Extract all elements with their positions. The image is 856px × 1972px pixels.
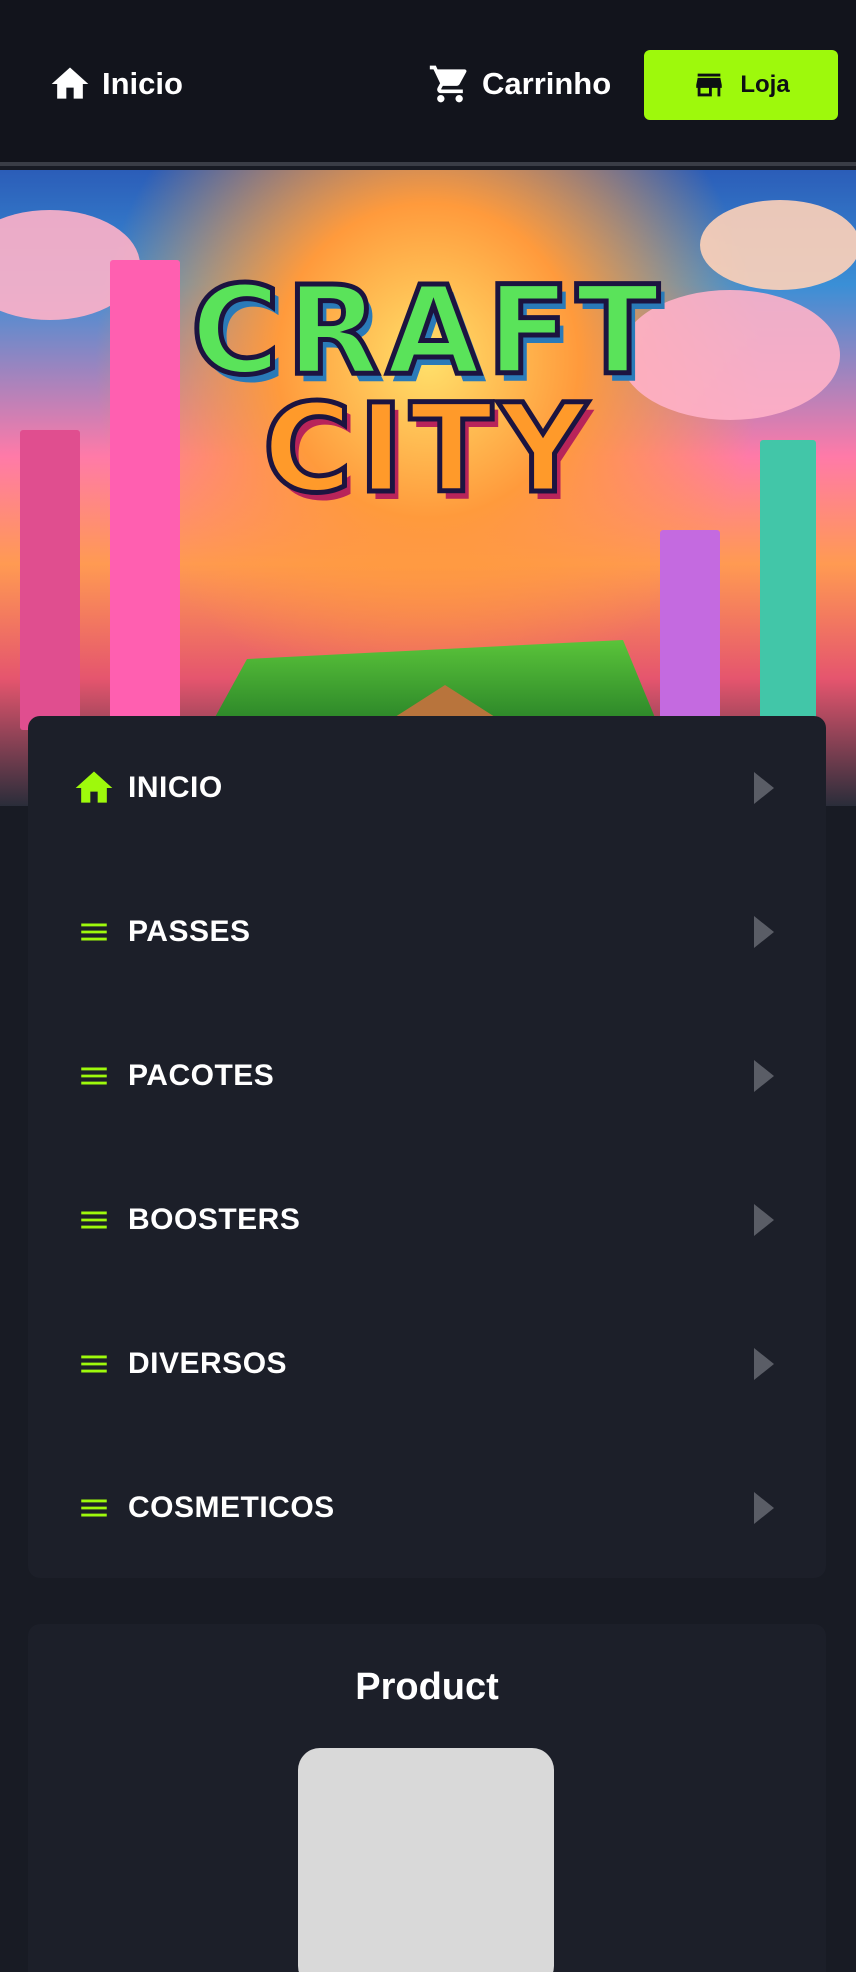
chevron-right-icon <box>754 772 774 804</box>
category-item-cosmeticos[interactable]: COSMETICOS <box>28 1436 826 1580</box>
nav-home-link[interactable]: Inicio <box>48 60 183 108</box>
banner-tower <box>20 430 80 730</box>
chevron-right-icon <box>754 1060 774 1092</box>
menu-lines-icon <box>72 1486 116 1530</box>
store-icon <box>696 73 723 97</box>
chevron-right-icon <box>754 1348 774 1380</box>
category-label: BOOSTERS <box>128 1203 301 1236</box>
chevron-right-icon <box>754 1492 774 1524</box>
category-item-inicio[interactable]: INICIO <box>28 716 826 860</box>
category-item-diversos[interactable]: DIVERSOS <box>28 1292 826 1436</box>
product-title: Product <box>355 1666 499 1708</box>
top-nav: Inicio Carrinho Loja <box>0 0 856 166</box>
menu-lines-icon <box>72 1198 116 1242</box>
chevron-right-icon <box>754 916 774 948</box>
menu-lines-icon <box>72 910 116 954</box>
chevron-right-icon <box>754 1204 774 1236</box>
category-label: PACOTES <box>128 1059 275 1092</box>
category-label: COSMETICOS <box>128 1491 335 1524</box>
category-item-pacotes[interactable]: PACOTES <box>28 1004 826 1148</box>
product-image-placeholder[interactable] <box>298 1748 554 1972</box>
banner-tower <box>110 260 180 720</box>
home-icon <box>72 766 116 810</box>
menu-lines-icon <box>72 1342 116 1386</box>
category-menu: INICIO PASSES PACOTES BOOSTERS DIVERSOS <box>28 716 826 1578</box>
hero-banner: CRAFT CITY <box>0 170 856 806</box>
nav-cart-link[interactable]: Carrinho <box>428 60 611 108</box>
store-button[interactable]: Loja <box>644 50 838 120</box>
banner-tower <box>760 440 816 720</box>
home-icon <box>51 67 89 99</box>
banner-tower <box>660 530 720 730</box>
category-label: INICIO <box>128 771 223 804</box>
category-label: PASSES <box>128 915 251 948</box>
category-item-boosters[interactable]: BOOSTERS <box>28 1148 826 1292</box>
banner-cloud <box>700 200 856 290</box>
store-button-label: Loja <box>740 71 790 98</box>
logo-line-2: CITY <box>260 378 594 520</box>
nav-home-label: Inicio <box>102 66 183 101</box>
craft-city-logo: CRAFT CITY <box>188 260 666 530</box>
category-item-passes[interactable]: PASSES <box>28 860 826 1004</box>
category-label: DIVERSOS <box>128 1347 288 1380</box>
menu-lines-icon <box>72 1054 116 1098</box>
nav-cart-label: Carrinho <box>482 66 612 101</box>
logo-line-1: CRAFT <box>188 260 666 402</box>
product-card: Product <box>28 1624 826 1972</box>
cart-icon <box>429 65 467 103</box>
